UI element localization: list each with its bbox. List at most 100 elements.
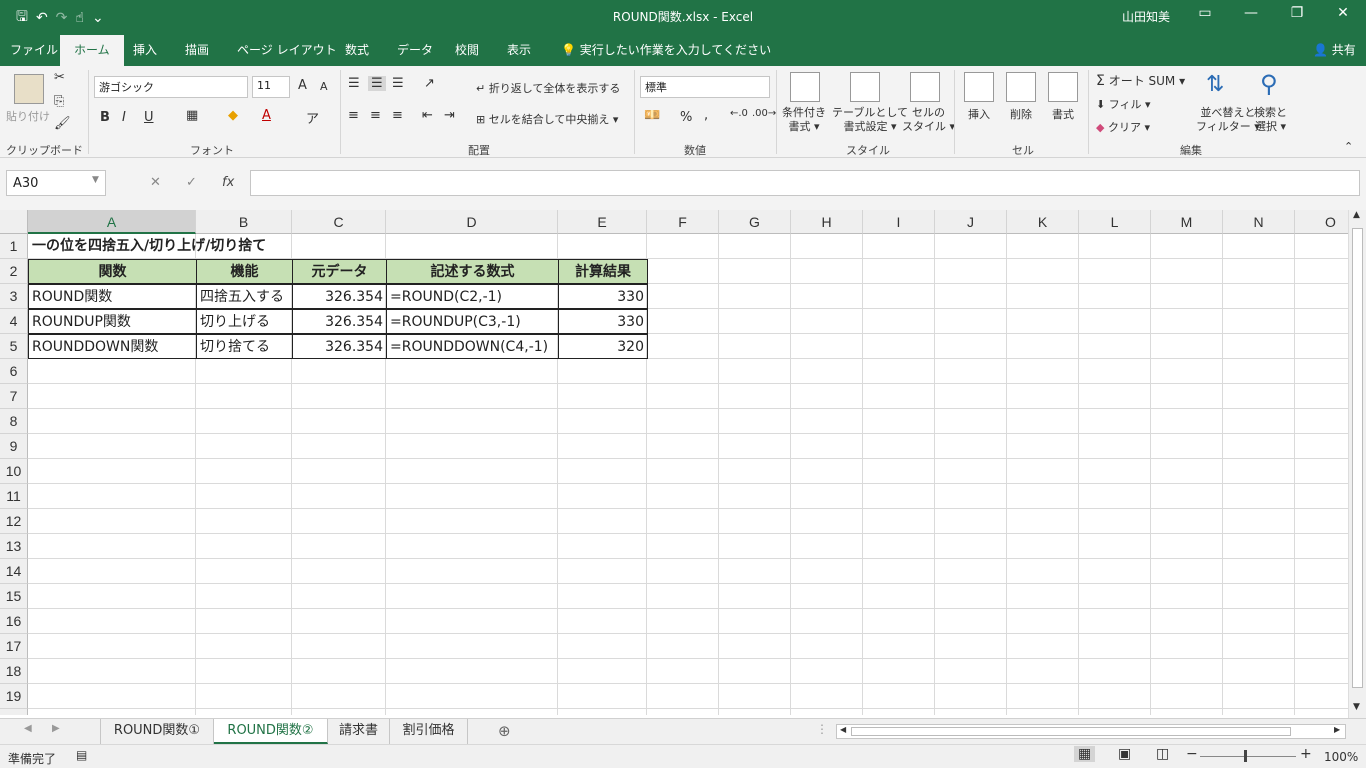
vertical-scroll-thumb[interactable] [1352, 228, 1363, 688]
row-header[interactable]: 14 [0, 559, 28, 584]
data-cell[interactable]: 326.354 [292, 284, 387, 309]
fill-color-icon[interactable]: ◆ [228, 108, 238, 123]
align-top-icon[interactable]: ☰ [348, 76, 360, 91]
tab-review[interactable]: 校閲 [455, 41, 479, 58]
data-cell[interactable]: =ROUNDDOWN(C4,-1) [386, 334, 559, 359]
zoom-level[interactable]: 100% [1324, 750, 1358, 764]
scroll-left-icon[interactable]: ◀ [840, 725, 846, 734]
name-box[interactable]: A30 [6, 170, 106, 196]
sort-filter-icon[interactable]: ⇅ [1206, 72, 1224, 97]
column-header-b[interactable]: B [196, 210, 292, 234]
close-icon[interactable]: ✕ [1328, 5, 1358, 21]
minimize-icon[interactable]: — [1236, 5, 1266, 21]
column-header-j[interactable]: J [935, 210, 1007, 234]
font-name-select[interactable]: 游ゴシック [94, 76, 248, 98]
shrink-font-button[interactable]: A [320, 80, 328, 93]
tab-file[interactable]: ファイル [10, 41, 58, 58]
increase-decimal-icon[interactable]: ←.0 [730, 108, 748, 119]
insert-cells-button[interactable]: 挿入 [968, 106, 990, 122]
row-header[interactable]: 3 [0, 284, 28, 309]
column-header-e[interactable]: E [558, 210, 647, 234]
data-cell[interactable]: 330 [558, 284, 648, 309]
row-header[interactable]: 15 [0, 584, 28, 609]
scroll-up-icon[interactable]: ▲ [1353, 210, 1360, 220]
zoom-in-icon[interactable]: + [1300, 746, 1312, 762]
horizontal-scroll-thumb[interactable] [851, 727, 1291, 736]
phonetic-icon[interactable]: ア [306, 108, 319, 127]
data-cell[interactable]: 326.354 [292, 334, 387, 359]
find-select-icon[interactable]: ⚲ [1260, 70, 1278, 98]
row-header[interactable]: 18 [0, 659, 28, 684]
row-header[interactable]: 16 [0, 609, 28, 634]
data-cell[interactable]: ROUND関数 [28, 284, 197, 309]
row-header[interactable]: 5 [0, 334, 28, 359]
row-header[interactable]: 20 [0, 709, 28, 715]
prev-sheet-icon[interactable]: ◀ [24, 723, 32, 734]
clear-button[interactable]: ◆ クリア ▾ [1096, 119, 1150, 135]
cancel-icon[interactable]: ✕ [150, 175, 161, 190]
decrease-decimal-icon[interactable]: .00→ [752, 108, 776, 119]
ribbon-display-icon[interactable]: ▭ [1190, 5, 1220, 21]
increase-indent-icon[interactable]: ⇥ [444, 108, 455, 123]
column-header-c[interactable]: C [292, 210, 386, 234]
tell-me-search[interactable]: 💡 実行したい作業を入力してください [561, 41, 771, 58]
formula-input[interactable] [250, 170, 1360, 196]
tab-page-layout[interactable]: ページ レイアウト [237, 41, 337, 58]
zoom-slider-thumb[interactable] [1244, 750, 1247, 762]
delete-cells-icon[interactable] [1006, 72, 1036, 102]
user-name[interactable]: 山田知美 [1122, 8, 1170, 25]
macro-record-icon[interactable]: ▤ [76, 748, 87, 762]
sheet-title-cell[interactable]: 一の位を四捨五入/切り上げ/切り捨て [29, 234, 269, 259]
sort-filter-button[interactable]: 並べ替えと フィルター ▾ [1196, 106, 1260, 134]
align-middle-icon[interactable]: ☰ [368, 76, 386, 91]
conditional-format-button[interactable]: 条件付き 書式 ▾ [782, 106, 826, 134]
delete-cells-button[interactable]: 削除 [1010, 106, 1032, 122]
row-header[interactable]: 10 [0, 459, 28, 484]
tab-view[interactable]: 表示 [507, 41, 531, 58]
merge-center-button[interactable]: ⊞ セルを結合して中央揃え ▾ [476, 111, 618, 127]
column-header-i[interactable]: I [863, 210, 935, 234]
tab-formulas[interactable]: 数式 [345, 41, 369, 58]
column-header-d[interactable]: D [386, 210, 558, 234]
conditional-format-icon[interactable] [790, 72, 820, 102]
page-break-view-icon[interactable]: ◫ [1156, 746, 1169, 762]
scroll-right-icon[interactable]: ▶ [1334, 725, 1340, 734]
vertical-scrollbar[interactable]: ▲ ▼ [1348, 210, 1366, 718]
sheet-tab-active[interactable]: ROUND関数② [214, 719, 328, 744]
row-header[interactable]: 4 [0, 309, 28, 334]
column-header-m[interactable]: M [1151, 210, 1223, 234]
header-cell-feature[interactable]: 機能 [196, 259, 293, 284]
bold-button[interactable]: B [100, 110, 110, 125]
worksheet-grid[interactable]: ABCDEFGHIJKLMNO 1 2 3 4 5 6 7 8 9 10 11 12 13 14 15 16 1… [0, 210, 1348, 715]
zoom-out-icon[interactable]: − [1186, 746, 1198, 762]
paste-icon[interactable] [14, 74, 44, 104]
format-as-table-button[interactable]: テーブルとして 書式設定 ▾ [832, 106, 908, 134]
align-left-icon[interactable]: ≡ [348, 108, 359, 123]
border-icon[interactable]: ▦ [186, 108, 198, 123]
header-cell-function[interactable]: 関数 [28, 259, 197, 284]
sheet-tab[interactable]: 請求書 [328, 719, 390, 744]
header-cell-source[interactable]: 元データ [292, 259, 387, 284]
percent-button[interactable]: % [680, 110, 692, 125]
font-size-select[interactable]: 11 [252, 76, 290, 98]
orientation-icon[interactable]: ↗ [424, 76, 435, 91]
new-sheet-icon[interactable]: ⊕ [498, 722, 511, 740]
column-header-h[interactable]: H [791, 210, 863, 234]
enter-icon[interactable]: ✓ [186, 175, 197, 190]
font-color-icon[interactable]: A [262, 108, 271, 123]
column-header-n[interactable]: N [1223, 210, 1295, 234]
next-sheet-icon[interactable]: ▶ [52, 723, 60, 734]
tab-splitter-icon[interactable]: ⋮ [816, 722, 828, 736]
data-cell[interactable]: 326.354 [292, 309, 387, 334]
restore-icon[interactable]: ❐ [1282, 5, 1312, 21]
format-cells-button[interactable]: 書式 [1052, 106, 1074, 122]
grow-font-button[interactable]: A [298, 78, 307, 93]
header-cell-formula[interactable]: 記述する数式 [386, 259, 559, 284]
row-header[interactable]: 6 [0, 359, 28, 384]
number-format-select[interactable]: 標準 [640, 76, 770, 98]
sheet-tab[interactable]: 割引価格 [390, 719, 468, 744]
data-cell[interactable]: =ROUNDUP(C3,-1) [386, 309, 559, 334]
row-header[interactable]: 9 [0, 434, 28, 459]
align-bottom-icon[interactable]: ☰ [392, 76, 404, 91]
column-header-o[interactable]: O [1295, 210, 1348, 234]
